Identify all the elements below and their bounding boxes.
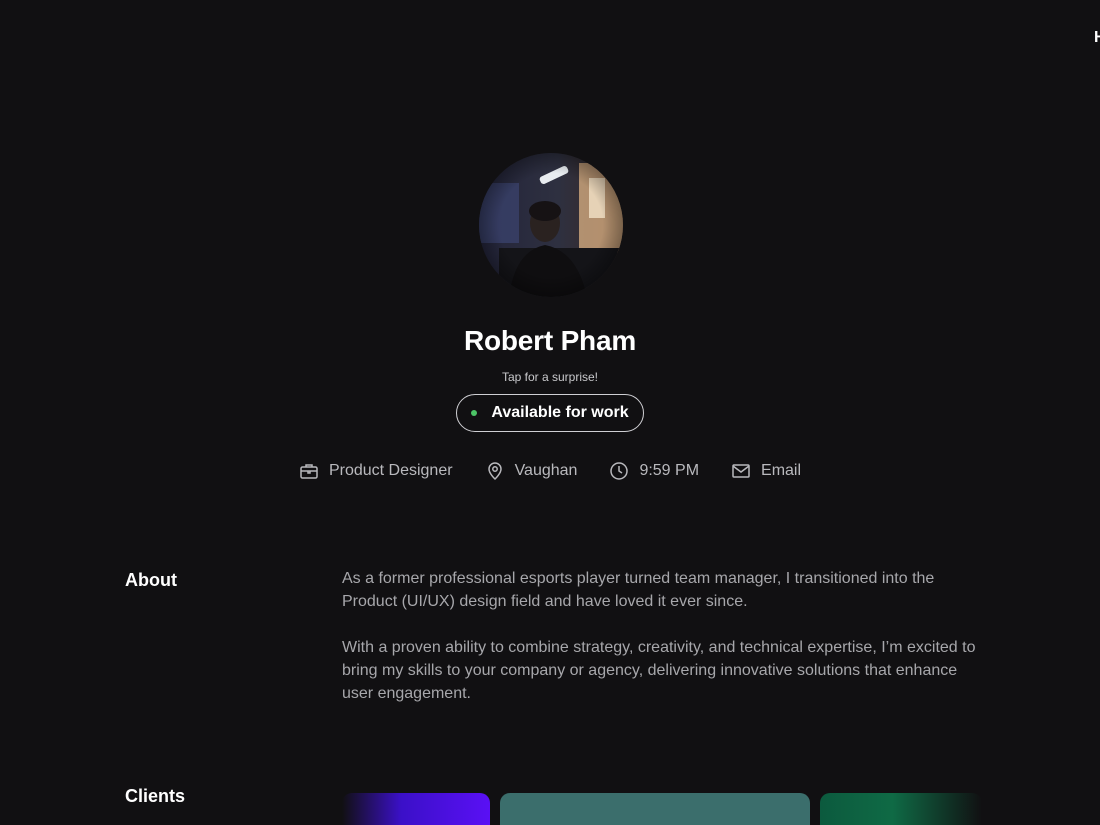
client-card[interactable]: [820, 793, 982, 825]
portfolio-page: H Robert Pham Tap for a surprise! Availa…: [0, 0, 1100, 825]
nav-link-partial[interactable]: H: [1094, 29, 1100, 47]
about-body: As a former professional esports player …: [342, 567, 982, 728]
clients-carousel[interactable]: [342, 793, 982, 825]
meta-time-label: 9:59 PM: [639, 462, 700, 479]
clients-heading: Clients: [125, 786, 186, 806]
client-card[interactable]: [500, 793, 810, 825]
avatar-photo: [479, 153, 623, 297]
meta-location: Vaughan: [485, 461, 578, 481]
about-paragraph: As a former professional esports player …: [342, 570, 935, 610]
meta-role: Product Designer: [299, 461, 453, 481]
about-heading: About: [125, 570, 177, 590]
briefcase-icon: [300, 464, 318, 479]
profile-meta-row: Product Designer Vaughan 9:59 PM Email: [0, 458, 1100, 484]
profile-name: Robert Pham: [463, 325, 637, 356]
availability-badge[interactable]: Available for work: [456, 394, 644, 432]
clock-icon: [610, 462, 629, 480]
surprise-hint[interactable]: Tap for a surprise!: [0, 370, 1100, 384]
mail-icon: [732, 464, 750, 478]
availability-label: Available for work: [491, 404, 629, 421]
meta-role-label: Product Designer: [328, 462, 453, 479]
status-dot-icon: [471, 410, 478, 416]
client-card[interactable]: [342, 793, 490, 825]
location-pin-icon: [487, 462, 502, 481]
profile-avatar[interactable]: [479, 153, 623, 297]
meta-email-label: Email: [761, 462, 802, 479]
meta-email-link[interactable]: Email: [731, 461, 801, 481]
meta-location-label: Vaughan: [514, 462, 578, 479]
about-paragraph: With a proven ability to combine strateg…: [342, 639, 976, 702]
meta-time: 9:59 PM: [609, 461, 699, 481]
